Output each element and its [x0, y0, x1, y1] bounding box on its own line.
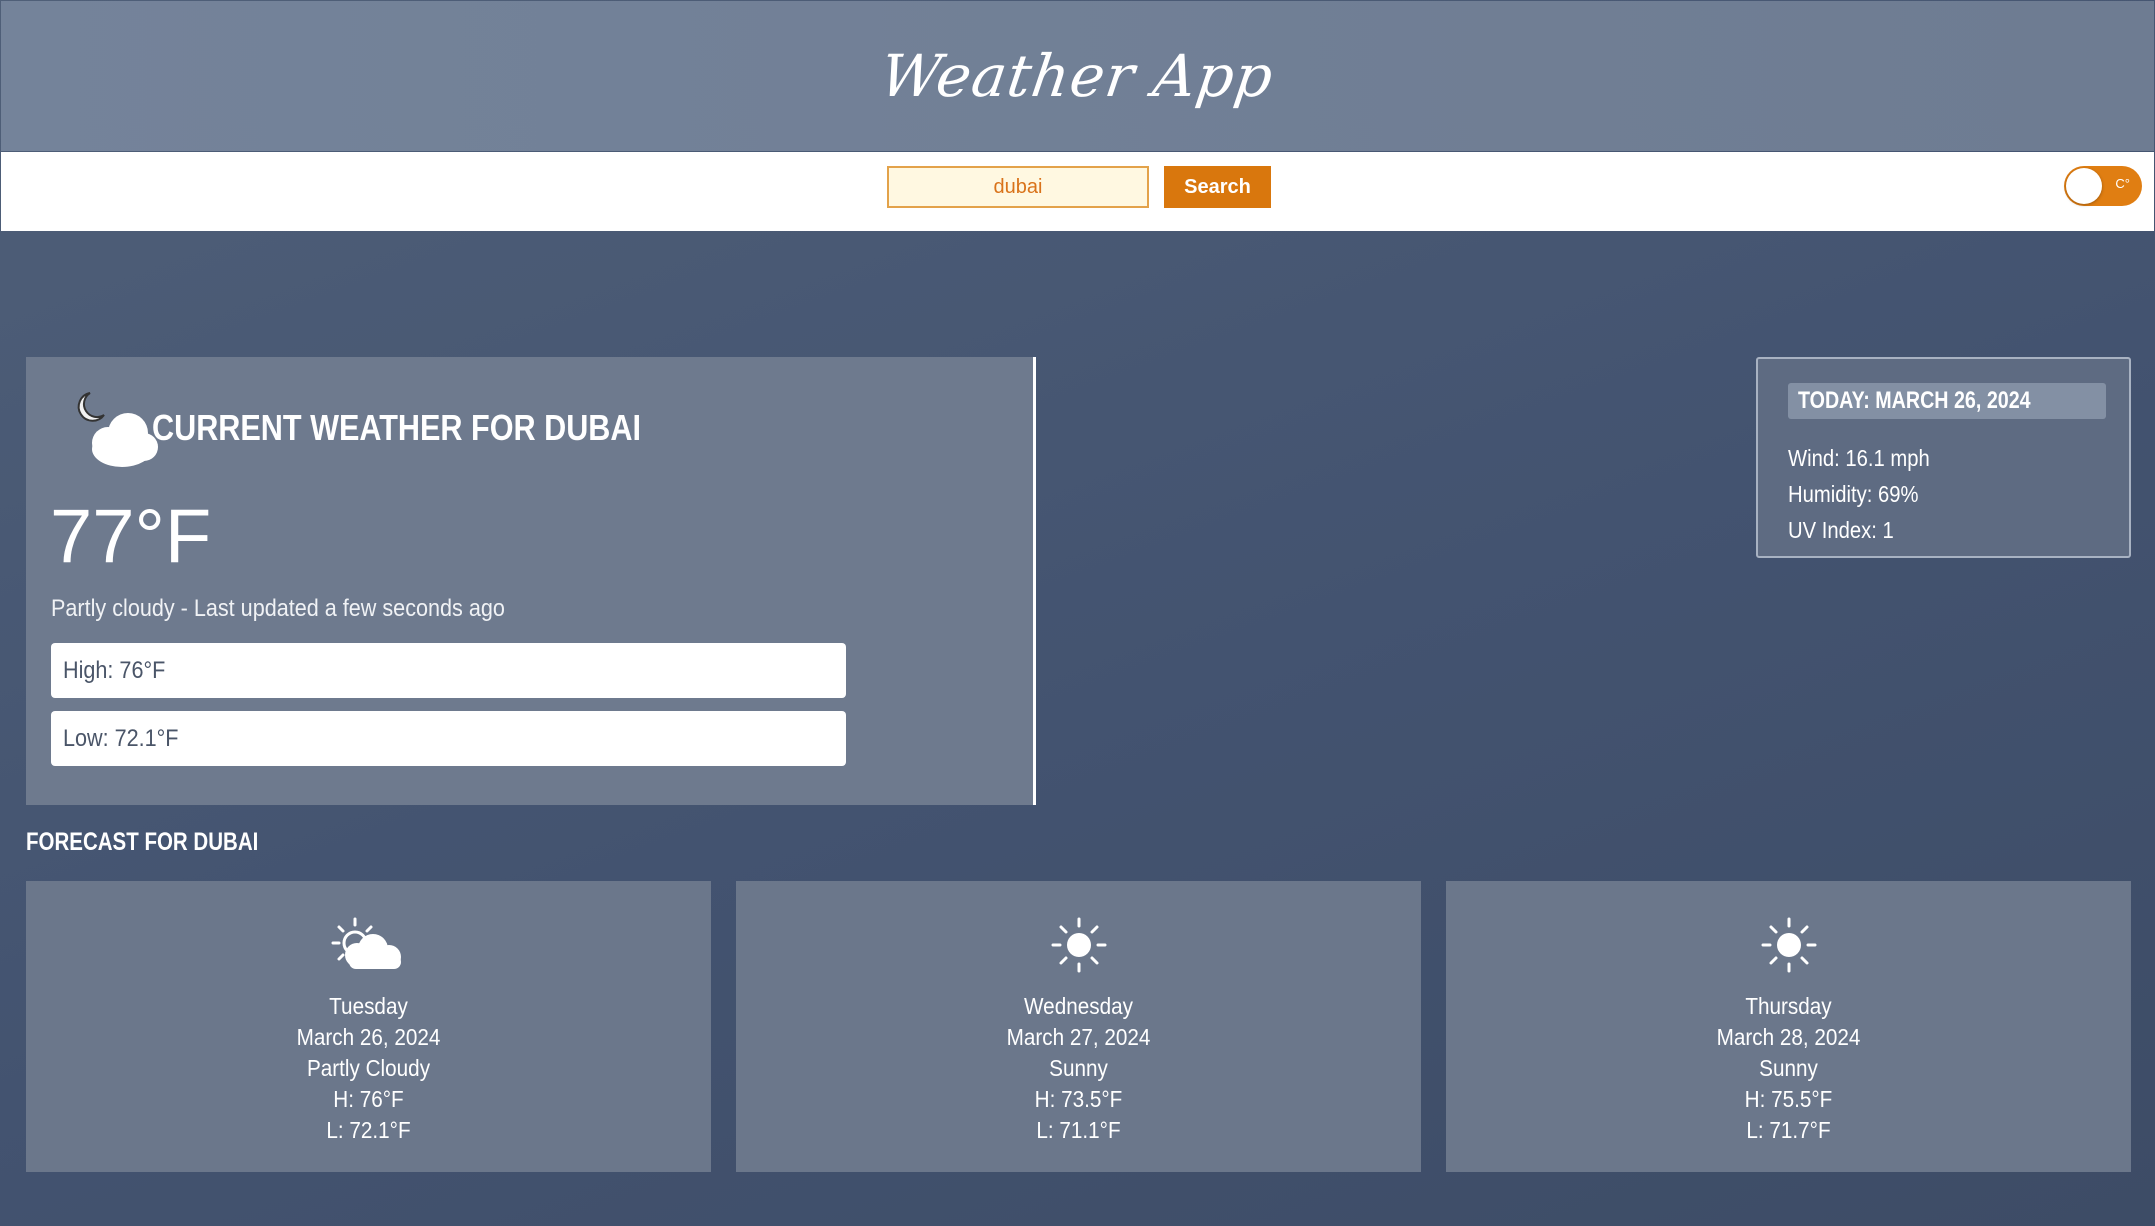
- partly-cloudy-icon: [331, 917, 401, 969]
- high-temperature-text: High: 76°F: [63, 657, 166, 684]
- city-search-input[interactable]: [887, 166, 1149, 208]
- uv-index: UV Index: 1: [1788, 517, 1894, 543]
- forecast-high: H: 76°F: [333, 1086, 404, 1112]
- forecast-day: Thursday: [1745, 993, 1832, 1019]
- forecast-day: Tuesday: [329, 993, 408, 1019]
- forecast-details: Thursday March 28, 2024 Sunny H: 75.5°F …: [1446, 991, 2131, 1146]
- current-weather-title: CURRENT WEATHER FOR DUBAI: [152, 407, 642, 448]
- forecast-heading: FORECAST FOR DUBAI: [26, 828, 259, 856]
- night-partly-cloudy-icon: [77, 392, 158, 467]
- app-header: Weather App: [1, 1, 2154, 151]
- today-details-card: TODAY: MARCH 26, 2024 Wind: 16.1 mph Hum…: [1756, 357, 2131, 558]
- search-bar: Search C°: [1, 152, 2154, 231]
- forecast-day: Wednesday: [1024, 993, 1133, 1019]
- wind-speed: Wind: 16.1 mph: [1788, 445, 1930, 471]
- sunny-icon: [1051, 917, 1106, 973]
- forecast-date: March 26, 2024: [296, 1024, 441, 1050]
- forecast-condition: Sunny: [1049, 1055, 1108, 1081]
- forecast-card: Thursday March 28, 2024 Sunny H: 75.5°F …: [1446, 881, 2131, 1172]
- forecast-details: Tuesday March 26, 2024 Partly Cloudy H: …: [26, 991, 711, 1146]
- forecast-low: L: 71.7°F: [1746, 1117, 1831, 1143]
- current-description: Partly cloudy - Last updated a few secon…: [51, 595, 505, 622]
- forecast-high: H: 73.5°F: [1034, 1086, 1123, 1112]
- sunny-icon: [1761, 917, 1816, 973]
- humidity: Humidity: 69%: [1788, 481, 1919, 507]
- high-temperature-box: High: 76°F: [51, 643, 846, 698]
- unit-toggle[interactable]: C°: [2064, 166, 2142, 206]
- forecast-date: March 28, 2024: [1716, 1024, 1861, 1050]
- forecast-condition: Partly Cloudy: [306, 1055, 431, 1081]
- search-button[interactable]: Search: [1164, 166, 1271, 208]
- forecast-card: Wednesday March 27, 2024 Sunny H: 73.5°F…: [736, 881, 1421, 1172]
- forecast-low: L: 71.1°F: [1036, 1117, 1121, 1143]
- forecast-card: Tuesday March 26, 2024 Partly Cloudy H: …: [26, 881, 711, 1172]
- forecast-details: Wednesday March 27, 2024 Sunny H: 73.5°F…: [736, 991, 1421, 1146]
- app-title: Weather App: [876, 42, 1279, 110]
- current-temperature: 77°F: [50, 494, 212, 579]
- low-temperature-box: Low: 72.1°F: [51, 711, 846, 766]
- today-date-text: TODAY: MARCH 26, 2024: [1798, 387, 2031, 414]
- forecast-high: H: 75.5°F: [1744, 1086, 1833, 1112]
- today-date-header: TODAY: MARCH 26, 2024: [1788, 383, 2106, 419]
- toggle-knob[interactable]: [2066, 168, 2102, 204]
- forecast-date: March 27, 2024: [1006, 1024, 1151, 1050]
- toggle-unit-label: C°: [2115, 176, 2130, 191]
- current-weather-card: CURRENT WEATHER FOR DUBAI 77°F Partly cl…: [26, 357, 1036, 805]
- low-temperature-text: Low: 72.1°F: [63, 725, 179, 752]
- forecast-condition: Sunny: [1759, 1055, 1818, 1081]
- forecast-low: L: 72.1°F: [326, 1117, 411, 1143]
